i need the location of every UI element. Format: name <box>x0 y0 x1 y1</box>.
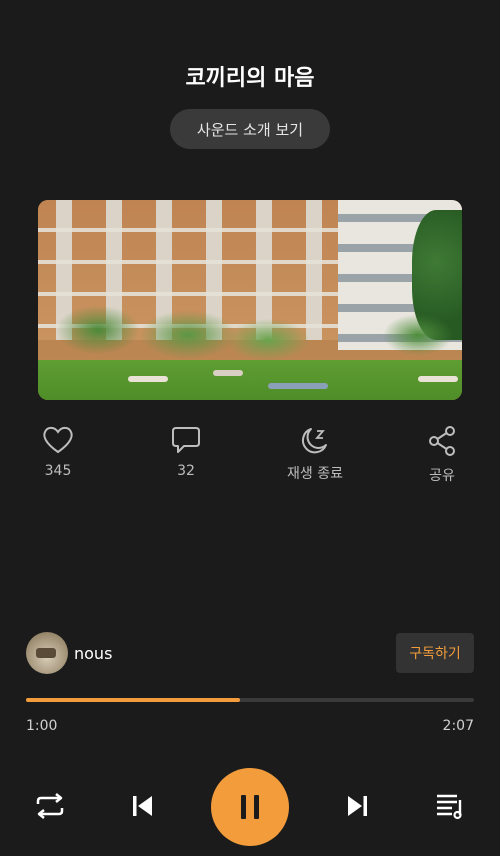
author-name[interactable]: nous <box>74 644 112 663</box>
repeat-button[interactable] <box>30 786 70 826</box>
progress-fill <box>26 698 241 702</box>
sound-title: 코끼리의 마음 <box>185 66 315 91</box>
share-label: 공유 <box>429 468 455 484</box>
repeat-icon <box>36 793 64 819</box>
sleep-timer-label: 재생 종료 <box>287 466 343 482</box>
playlist-icon <box>437 794 462 820</box>
progress-bar[interactable] <box>26 698 474 702</box>
current-time: 1:00 <box>26 718 58 734</box>
comment-count: 32 <box>177 463 195 479</box>
moon-zz-icon <box>301 428 327 454</box>
cover-image <box>38 200 462 400</box>
share-icon <box>429 426 455 456</box>
previous-button[interactable] <box>122 786 162 826</box>
next-button[interactable] <box>338 786 378 826</box>
skip-next-icon <box>348 796 367 816</box>
like-button[interactable]: 345 <box>18 425 98 479</box>
share-button[interactable]: 공유 <box>402 425 482 485</box>
pause-button[interactable] <box>211 768 289 846</box>
skip-previous-icon <box>133 796 152 816</box>
chat-bubble-icon <box>172 427 200 453</box>
subscribe-button[interactable]: 구독하기 <box>396 633 474 673</box>
total-time: 2:07 <box>442 718 474 734</box>
comment-button[interactable]: 32 <box>146 425 226 479</box>
sleep-timer-button[interactable]: 재생 종료 <box>275 425 355 483</box>
sound-intro-button[interactable]: 사운드 소개 보기 <box>170 109 330 149</box>
author-avatar[interactable] <box>26 632 68 674</box>
heart-icon <box>43 426 73 454</box>
like-count: 345 <box>44 463 72 479</box>
playlist-button[interactable] <box>430 786 470 826</box>
player-screen: 코끼리의 마음 사운드 소개 보기 345 32 재생 종료 공유 nous 구… <box>0 0 500 856</box>
pause-icon <box>241 795 259 819</box>
